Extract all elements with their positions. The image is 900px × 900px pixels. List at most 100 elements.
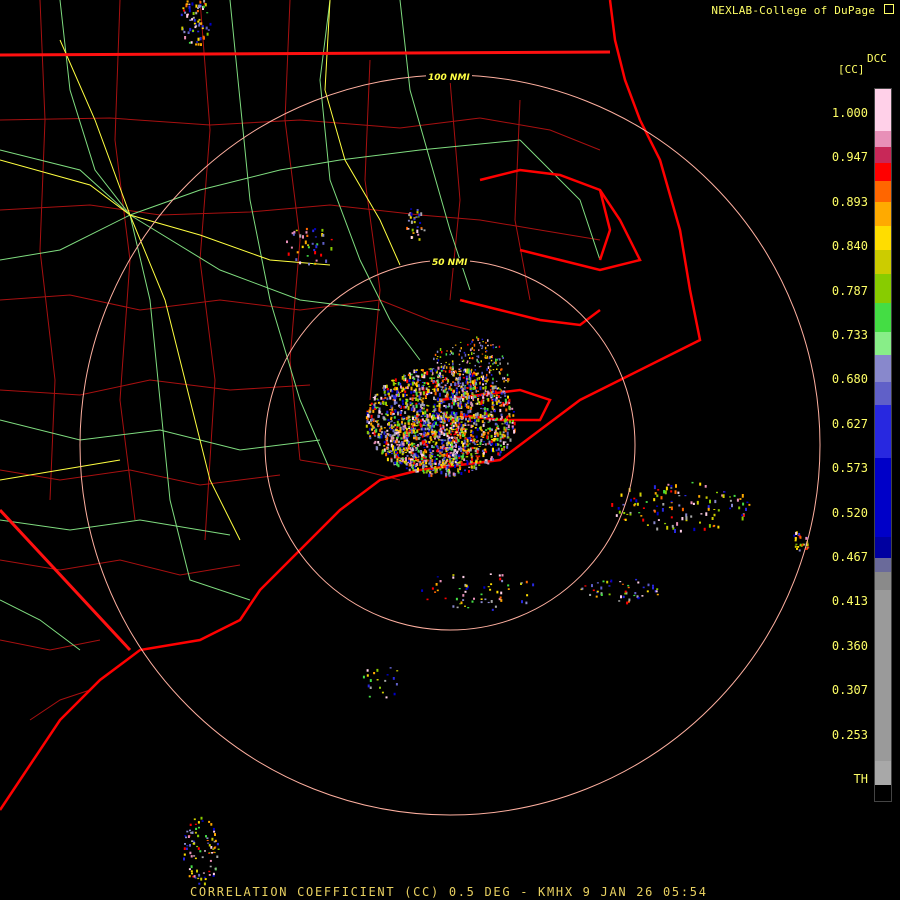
radar-return-pixel [396, 423, 399, 427]
radar-return-pixel [714, 499, 717, 504]
radar-return-pixel [503, 377, 506, 380]
radar-return-pixel [470, 406, 473, 409]
radar-return-pixel [722, 494, 725, 498]
radar-return-pixel [455, 403, 458, 405]
radar-return-pixel [426, 371, 429, 376]
radar-return-pixel [188, 3, 191, 5]
radar-return-pixel [291, 232, 294, 235]
radar-return-pixel [369, 437, 372, 440]
radar-return-pixel [417, 434, 420, 436]
radar-return-pixel [404, 390, 407, 393]
radar-return-pixel [411, 442, 413, 445]
radar-return-pixel [455, 371, 457, 374]
radar-return-pixel [412, 376, 415, 378]
radar-return-pixel [466, 371, 468, 374]
radar-return-pixel [437, 464, 440, 466]
radar-return-pixel [487, 344, 489, 347]
radar-return-pixel [191, 18, 194, 21]
radar-return-pixel [407, 422, 410, 425]
radar-return-pixel [464, 469, 466, 472]
radar-return-pixel [478, 377, 480, 380]
radar-return-pixel [501, 447, 503, 451]
radar-return-pixel [455, 597, 458, 601]
radar-return-pixel [482, 432, 485, 436]
radar-return-pixel [474, 364, 476, 367]
radar-return-pixel [415, 391, 418, 396]
radar-return-pixel [432, 377, 435, 379]
radar-return-pixel [440, 448, 443, 451]
radar-return-pixel [473, 349, 475, 352]
radar-return-pixel [467, 607, 470, 609]
radar-return-pixel [490, 600, 493, 603]
radar-return-pixel [450, 447, 453, 451]
radar-return-pixel [437, 374, 440, 377]
credit-label: NEXLAB-College of DuPage [711, 4, 876, 17]
radar-return-pixel [375, 446, 378, 450]
radar-return-pixel [416, 415, 419, 417]
radar-return-pixel [480, 439, 483, 442]
radar-return-pixel [448, 419, 450, 422]
radar-return-pixel [462, 594, 465, 597]
radar-return-pixel [396, 462, 399, 466]
radar-return-pixel [314, 251, 317, 255]
radar-return-pixel [418, 391, 421, 393]
radar-return-pixel [452, 452, 455, 454]
radar-return-pixel [428, 462, 431, 465]
radar-return-pixel [445, 388, 447, 391]
radar-return-pixel [499, 408, 502, 413]
radar-return-pixel [425, 444, 428, 446]
radar-return-pixel [736, 498, 739, 502]
radar-return-pixel [476, 443, 479, 446]
radar-return-pixel [429, 377, 432, 380]
radar-return-pixel [440, 369, 443, 372]
radar-return-pixel [805, 536, 808, 540]
radar-return-pixel [698, 495, 701, 498]
radar-return-pixel [200, 877, 203, 881]
radar-return-pixel [314, 228, 317, 231]
radar-return-pixel [305, 227, 308, 231]
radar-return-pixel [476, 379, 478, 381]
radar-return-pixel [684, 495, 687, 497]
radar-return-pixel [458, 455, 460, 457]
radar-return-pixel [427, 430, 430, 433]
radar-return-pixel [395, 451, 397, 453]
radar-return-pixel [448, 452, 451, 454]
radar-return-pixel [448, 458, 451, 460]
radar-return-pixel [410, 454, 413, 457]
radar-map[interactable] [0, 0, 900, 900]
radar-return-pixel [417, 458, 420, 462]
radar-return-pixel [392, 677, 395, 680]
radar-return-pixel [421, 387, 424, 390]
radar-return-pixel [626, 601, 629, 605]
radar-return-pixel [466, 438, 469, 443]
radar-return-pixel [435, 431, 438, 433]
radar-return-pixel [196, 845, 199, 848]
radar-return-pixel [495, 358, 497, 362]
radar-return-pixel [439, 386, 442, 388]
radar-return-pixel [392, 412, 395, 415]
radar-return-pixel [444, 464, 447, 467]
radar-return-pixel [470, 385, 472, 389]
radar-return-pixel [455, 389, 458, 393]
radar-return-pixel [452, 472, 455, 476]
radar-return-pixel [452, 347, 454, 349]
radar-return-pixel [401, 421, 403, 424]
radar-return-pixel [431, 455, 434, 458]
radar-return-pixel [738, 506, 741, 510]
product-footer: CORRELATION COEFFICIENT (CC) 0.5 DEG - K… [190, 885, 708, 899]
legend-label: 0.573 [831, 461, 868, 476]
radar-return-pixel [462, 575, 465, 579]
radar-return-pixel [460, 455, 463, 458]
radar-return-pixel [440, 470, 443, 475]
radar-return-pixel [407, 445, 410, 449]
radar-return-pixel [470, 434, 473, 436]
radar-return-pixel [427, 421, 430, 425]
radar-return-pixel [422, 391, 425, 395]
radar-return-pixel [656, 527, 659, 531]
radar-return-pixel [509, 438, 512, 442]
radar-return-pixel [486, 355, 489, 359]
radar-return-pixel [655, 590, 658, 593]
radar-return-pixel [484, 598, 487, 601]
legend-label: TH [853, 772, 868, 786]
radar-return-pixel [389, 396, 392, 400]
